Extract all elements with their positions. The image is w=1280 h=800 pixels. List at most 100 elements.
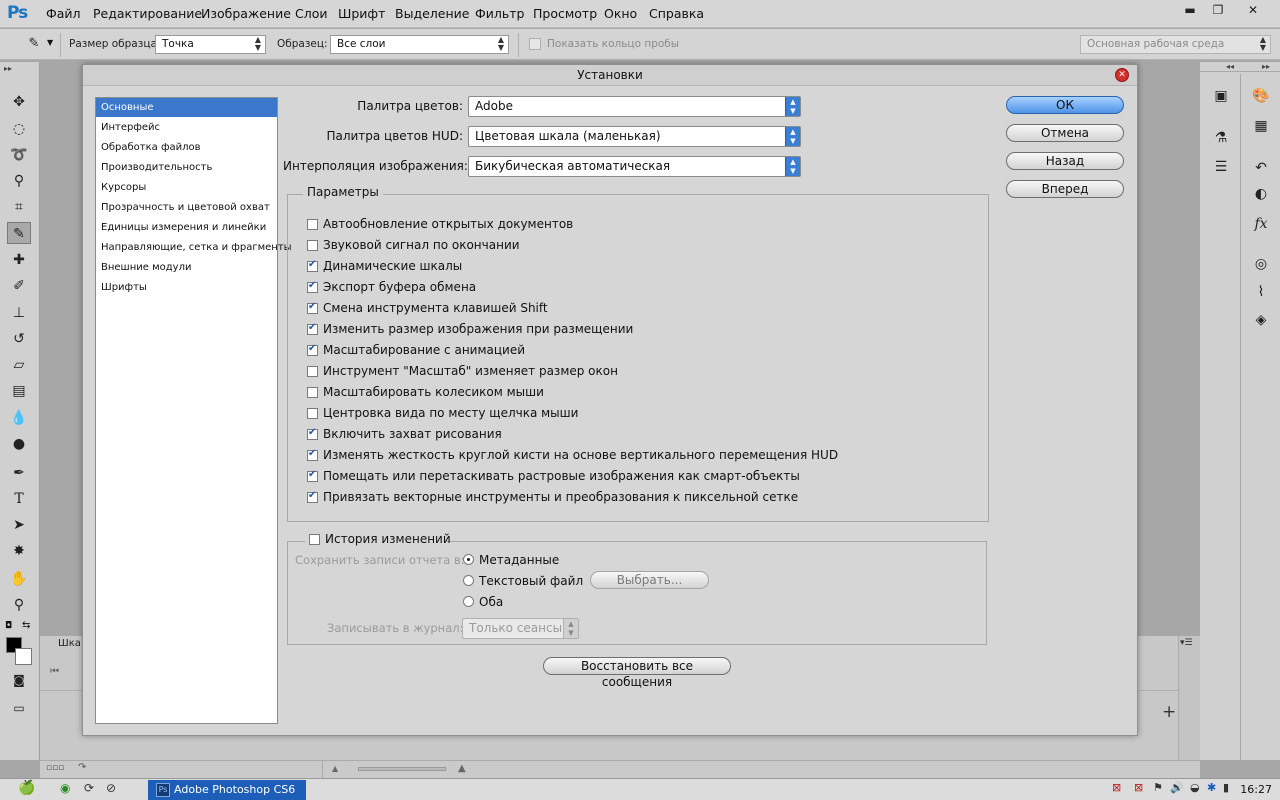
panel-menu-icon[interactable]: ▾☰: [1180, 638, 1193, 648]
brush-presets-icon[interactable]: ⚗: [1208, 126, 1234, 150]
start-apple-icon[interactable]: 🍏: [18, 780, 35, 796]
category-performance[interactable]: Производительность: [96, 158, 277, 177]
tray-bluetooth-icon[interactable]: ✱: [1207, 781, 1216, 794]
styles-fx-icon[interactable]: fx: [1248, 212, 1274, 236]
category-general[interactable]: Основные: [96, 98, 277, 117]
gradient-tool-icon[interactable]: ▤: [7, 380, 31, 402]
frames-view-icon[interactable]: ▫▫▫: [46, 763, 64, 773]
menu-help[interactable]: Справка: [649, 6, 704, 21]
radio-text-file[interactable]: [463, 575, 474, 586]
show-ring-checkbox[interactable]: [529, 38, 541, 50]
zoom-out-icon[interactable]: ▲: [332, 764, 338, 773]
swap-colors-icon[interactable]: ⇆: [22, 620, 30, 631]
dialog-close-icon[interactable]: ✕: [1115, 68, 1129, 82]
hud-picker-select[interactable]: Цветовая шкала (маленькая) ▲ ▼: [468, 126, 801, 147]
taskbar-photoshop-button[interactable]: Ps Adobe Photoshop CS6: [148, 780, 306, 800]
checkbox[interactable]: [307, 387, 318, 398]
dodge-tool-icon[interactable]: ●: [7, 433, 31, 455]
history-brush-tool-icon[interactable]: ↺: [7, 328, 31, 350]
menu-view[interactable]: Просмотр: [533, 6, 597, 21]
color-panel-icon[interactable]: 🎨: [1248, 84, 1274, 108]
ok-button[interactable]: ОК: [1006, 96, 1124, 114]
quicklaunch-refresh-icon[interactable]: ⟳: [84, 781, 94, 795]
swatches-panel-icon[interactable]: ▦: [1248, 114, 1274, 138]
choose-file-button[interactable]: Выбрать...: [590, 571, 709, 589]
add-icon[interactable]: +: [1162, 702, 1176, 722]
type-tool-icon[interactable]: T: [7, 488, 31, 510]
crop-tool-icon[interactable]: ⌗: [7, 196, 31, 218]
tray-battery-icon[interactable]: ▮: [1223, 781, 1229, 794]
menu-filter[interactable]: Фильтр: [475, 6, 524, 21]
checkbox[interactable]: [307, 490, 318, 503]
collapse-arrows-icon[interactable]: ▸▸: [4, 64, 12, 73]
tray-network2-icon[interactable]: ⊠: [1134, 781, 1143, 794]
workspace-select[interactable]: Основная рабочая среда ▲ ▼: [1080, 35, 1271, 54]
marquee-tool-icon[interactable]: ◌: [7, 118, 31, 140]
interpolation-select[interactable]: Бикубическая автоматическая ▲ ▼: [468, 156, 801, 177]
history-panel-icon[interactable]: ▣: [1208, 84, 1234, 108]
checkbox[interactable]: [307, 448, 318, 461]
category-transparency[interactable]: Прозрачность и цветовой охват: [96, 198, 277, 217]
eyedropper-tool-icon[interactable]: ✎: [7, 222, 31, 244]
checkbox[interactable]: [307, 469, 318, 482]
minimize-button[interactable]: ▬: [1177, 1, 1203, 19]
tray-update-icon[interactable]: ◒: [1190, 781, 1200, 794]
quicklaunch-torrent-icon[interactable]: ◉: [60, 781, 70, 795]
timeline-tab[interactable]: Шка: [58, 638, 81, 649]
path-selection-tool-icon[interactable]: ➤: [7, 514, 31, 536]
checkbox[interactable]: [307, 301, 318, 314]
forward-button[interactable]: Вперед: [1006, 180, 1124, 198]
checkbox[interactable]: [307, 366, 318, 377]
layers-panel-icon[interactable]: ◈: [1248, 308, 1274, 332]
back-button[interactable]: Назад: [1006, 152, 1124, 170]
menu-layers[interactable]: Слои: [295, 6, 328, 21]
adjust-sliders-icon[interactable]: ☰: [1208, 155, 1234, 179]
sample-size-select[interactable]: Точка ▲ ▼: [155, 35, 266, 54]
dialog-titlebar[interactable]: Установки ✕: [83, 65, 1137, 86]
sample-select[interactable]: Все слои ▲ ▼: [330, 35, 509, 54]
background-color-swatch[interactable]: [15, 648, 32, 665]
category-units-rulers[interactable]: Единицы измерения и линейки: [96, 218, 277, 237]
checkbox[interactable]: [307, 259, 318, 272]
tray-volume-icon[interactable]: 🔊: [1170, 781, 1184, 794]
history-states-icon[interactable]: ↶: [1248, 156, 1274, 180]
category-file-handling[interactable]: Обработка файлов: [96, 138, 277, 157]
healing-brush-tool-icon[interactable]: ✚: [7, 249, 31, 271]
menu-edit[interactable]: Редактирование: [93, 6, 202, 21]
channels-panel-icon[interactable]: ◎: [1248, 252, 1274, 276]
custom-shape-tool-icon[interactable]: ✸: [7, 540, 31, 562]
category-cursors[interactable]: Курсоры: [96, 178, 277, 197]
checkbox[interactable]: [307, 408, 318, 419]
menu-image[interactable]: Изображение: [201, 6, 291, 21]
color-picker-select[interactable]: Adobe ▲ ▼: [468, 96, 801, 117]
adjustments-panel-icon[interactable]: ◐: [1248, 182, 1274, 206]
menu-file[interactable]: Файл: [46, 6, 81, 21]
panel-collapse-arrows-icon[interactable]: ◂◂ ▸▸: [1200, 62, 1280, 72]
history-log-checkbox[interactable]: [309, 534, 320, 545]
checkbox[interactable]: [307, 280, 318, 293]
menu-type[interactable]: Шрифт: [338, 6, 385, 21]
hand-tool-icon[interactable]: ✋: [7, 568, 31, 590]
zoom-tool-icon[interactable]: ⚲: [7, 594, 31, 616]
zoom-slider[interactable]: [358, 767, 446, 771]
category-type[interactable]: Шрифты: [96, 278, 277, 297]
cancel-button[interactable]: Отмена: [1006, 124, 1124, 142]
screen-mode-icon[interactable]: ▭: [7, 697, 31, 719]
edit-log-items-select[interactable]: Только сеансы ▲ ▼: [462, 618, 579, 639]
category-plugins[interactable]: Внешние модули: [96, 258, 277, 277]
tray-security-icon[interactable]: ⚑: [1153, 781, 1163, 794]
reset-warnings-button[interactable]: Восстановить все сообщения: [543, 657, 731, 689]
quicklaunch-browser-icon[interactable]: ⊘: [106, 781, 116, 795]
checkbox[interactable]: [307, 343, 318, 356]
checkbox[interactable]: [307, 427, 318, 440]
zoom-in-icon[interactable]: ▲: [458, 763, 466, 774]
chevron-down-icon[interactable]: ▼: [47, 38, 53, 47]
close-window-button[interactable]: ✕: [1240, 1, 1266, 19]
checkbox[interactable]: [307, 240, 318, 251]
first-frame-icon[interactable]: ⏮: [50, 666, 59, 677]
eyedropper-tool-preset-icon[interactable]: ✎: [22, 33, 46, 55]
move-tool-icon[interactable]: ✥: [7, 91, 31, 113]
restore-button[interactable]: ❐: [1205, 1, 1231, 19]
eraser-tool-icon[interactable]: ▱: [7, 354, 31, 376]
clone-stamp-tool-icon[interactable]: ⊥: [7, 302, 31, 324]
